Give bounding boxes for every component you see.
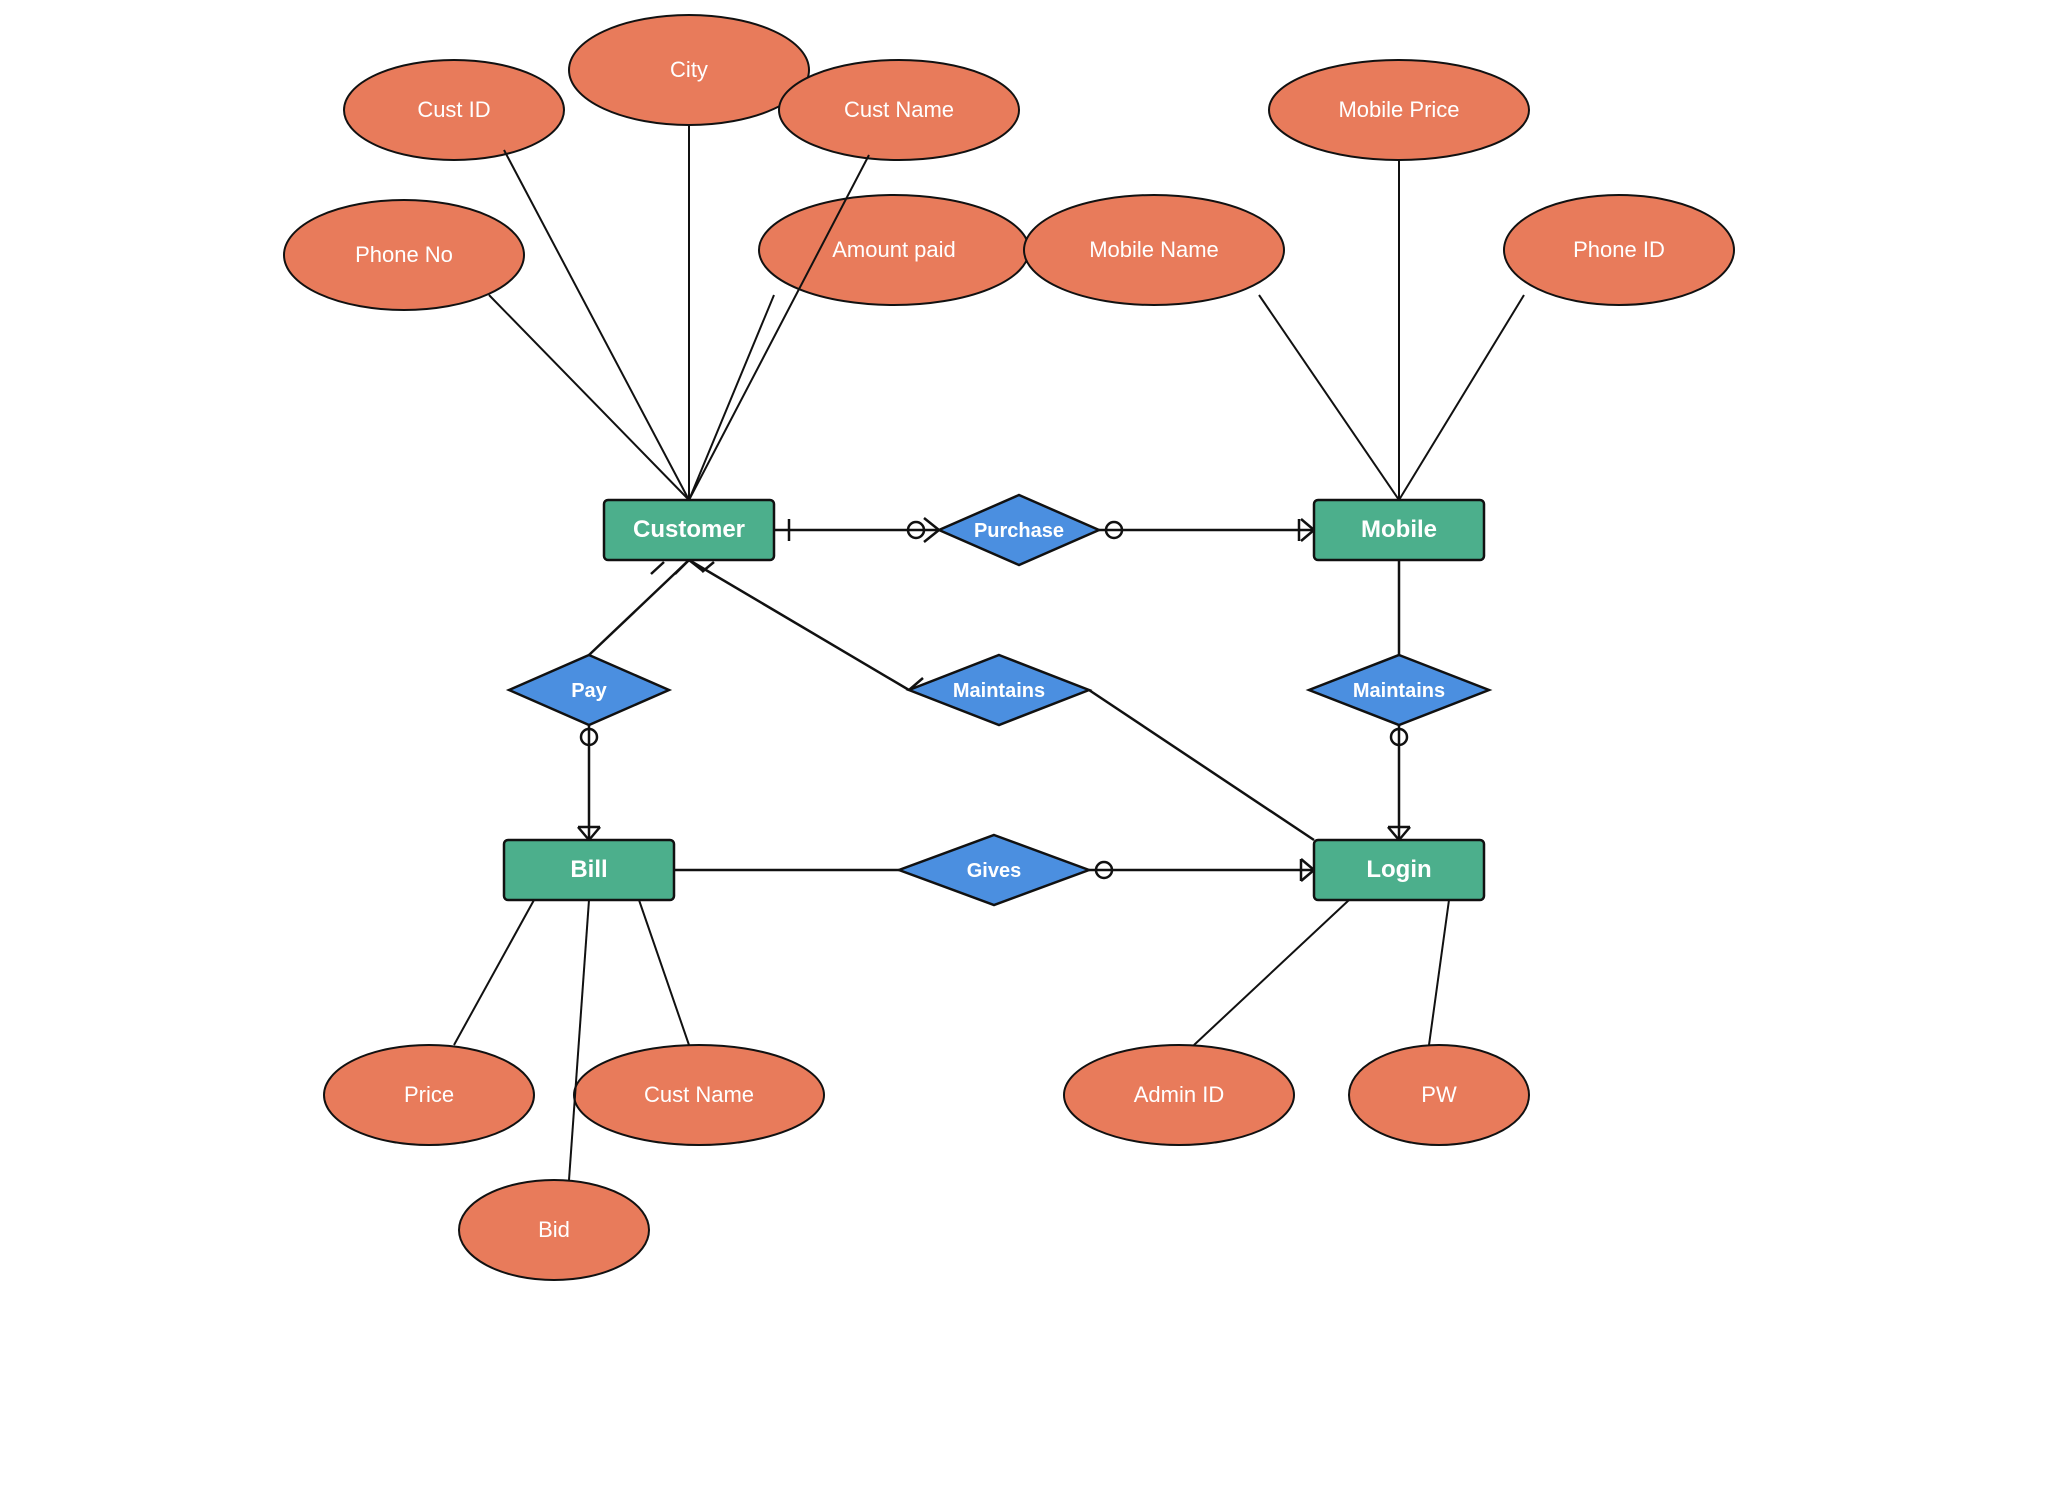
line-bill-price [454,900,534,1045]
crow-login-top1 [1388,827,1399,840]
line-custid-customer [504,150,689,500]
tick-customer-pay [651,562,664,574]
crow-purchase-left2 [924,530,939,542]
attr-mobile-price-label: Mobile Price [1338,97,1459,122]
attr-bid-label: Bid [538,1217,570,1242]
line-bill-custname [639,900,689,1045]
attr-pw-label: PW [1421,1082,1457,1107]
line-login-adminid [1194,900,1349,1045]
attr-city-label: City [670,57,708,82]
crow-login-top2 [1399,827,1410,840]
er-diagram: City Cust ID Cust Name Phone No Amount p… [0,0,2048,1509]
line-mobilename-mobile [1259,295,1399,500]
line-bill-bid [569,900,589,1180]
crow-purchase-left1 [924,518,939,530]
crow-login-left2 [1301,870,1314,881]
line-phoneno-customer [489,295,689,500]
attr-phone-no-label: Phone No [355,242,453,267]
line-maintains-login [1089,690,1314,840]
attr-price-label: Price [404,1082,454,1107]
entity-customer-label: Customer [633,516,745,543]
line-customer-pay [589,560,689,655]
entity-bill-label: Bill [570,856,607,883]
crow-mobile-left2 [1301,530,1314,541]
line-login-pw [1429,900,1449,1045]
crow-mobile-left1 [1301,519,1314,530]
rel-maintains-customer-label: Maintains [953,680,1045,702]
line-custname-customer [689,155,869,500]
rel-purchase-label: Purchase [974,520,1064,542]
attr-admin-id-label: Admin ID [1134,1082,1224,1107]
entity-login-label: Login [1366,856,1431,883]
line-phoneid-mobile [1399,295,1524,500]
rel-gives-label: Gives [967,860,1021,882]
attr-phone-id-label: Phone ID [1573,237,1665,262]
attr-cust-name-bill-label: Cust Name [644,1082,754,1107]
crow-bill-top2 [589,827,600,840]
rel-pay-label: Pay [571,680,607,702]
line-customer-maintains [689,560,909,690]
attr-mobile-name-label: Mobile Name [1089,237,1219,262]
line-amountpaid-customer [689,295,774,500]
attr-cust-id-label: Cust ID [417,97,490,122]
attr-cust-name-top-label: Cust Name [844,97,954,122]
entity-mobile-label: Mobile [1361,516,1437,543]
crow-customer-pay1 [675,560,689,574]
rel-maintains-mobile-label: Maintains [1353,680,1445,702]
crow-login-left1 [1301,859,1314,870]
attr-amount-paid-label: Amount paid [832,237,956,262]
crow-bill-top1 [578,827,589,840]
